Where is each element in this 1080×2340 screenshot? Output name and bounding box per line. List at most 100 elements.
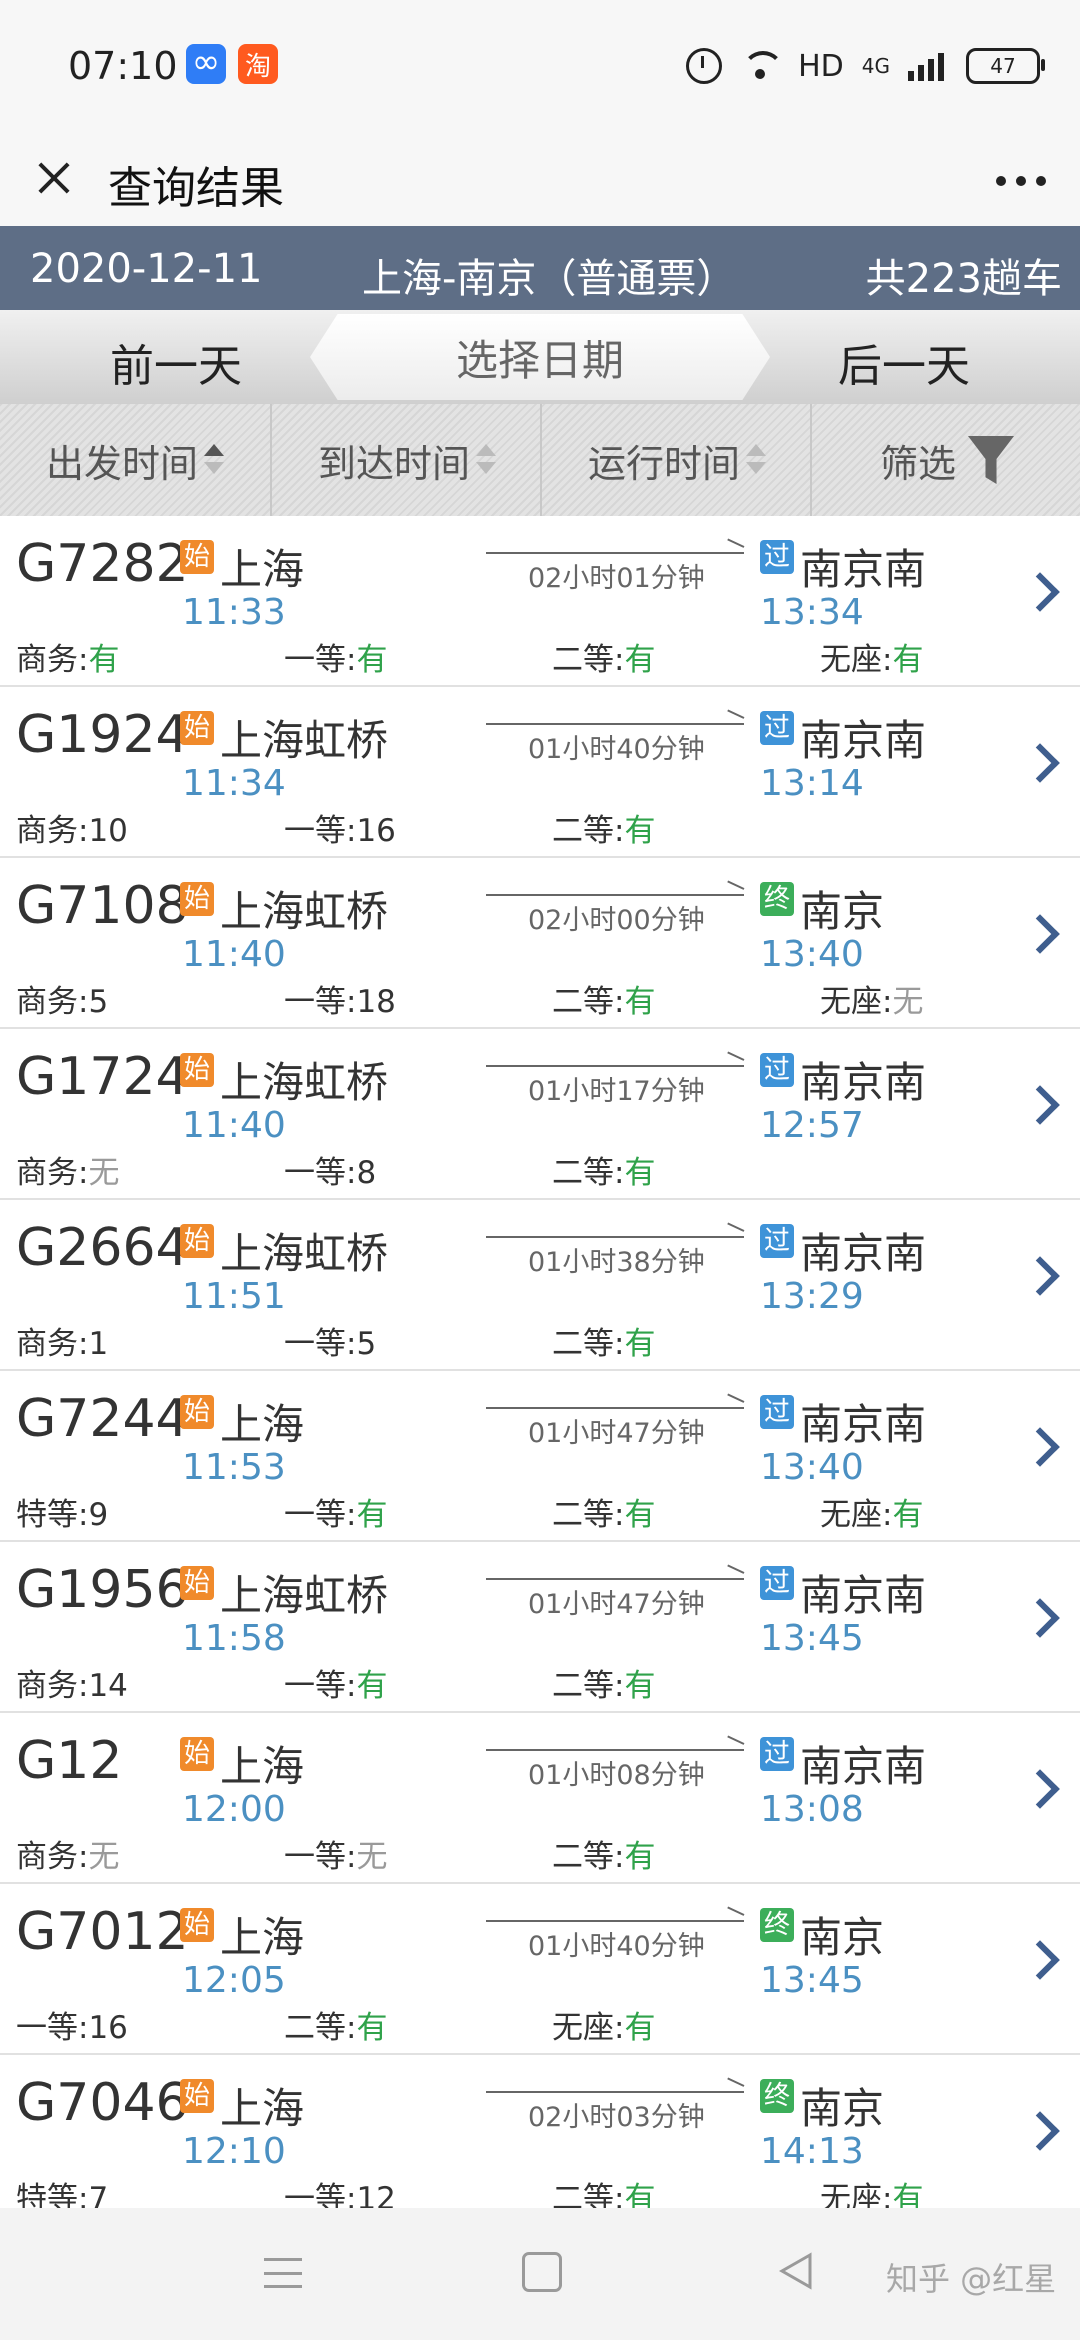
status-bar: 07:10 HD 4G 47 — [0, 0, 1080, 130]
seat-count: 14 — [88, 1668, 128, 1704]
date-navigation: 前一天 选择日期 后一天 — [0, 310, 1080, 404]
train-row[interactable]: G7244 始上海 11:53 01小时47分钟过南京南 13:40 特等:9 一等:有 二等… — [0, 1371, 1080, 1542]
from-station: 上海虹桥 — [220, 1058, 389, 1107]
seat-class-label: 无座: — [820, 984, 893, 1020]
route-label: 上海-南京（普通票） — [362, 256, 737, 302]
from-station: 上海虹桥 — [220, 887, 389, 936]
duration-arrow-icon — [486, 723, 744, 725]
seat-count: 9 — [88, 1497, 109, 1533]
seat-count: 18 — [356, 984, 396, 1020]
destination-tag: 过 — [760, 1737, 794, 1771]
seat-class-label: 一等: — [284, 1326, 357, 1362]
seat-class-label: 一等: — [284, 984, 357, 1020]
to-station: 南京 — [800, 2084, 885, 2133]
close-icon[interactable] — [28, 152, 80, 204]
seat-class-label: 特等: — [16, 2181, 89, 2208]
sort-duration[interactable]: 运行时间 — [540, 404, 812, 516]
seat-class-label: 商务: — [16, 813, 89, 849]
next-day-button[interactable]: 后一天 — [838, 330, 970, 394]
seat-availability: 无座:无 — [820, 976, 923, 1021]
train-number: G12 — [16, 1731, 123, 1791]
train-row[interactable]: G7046 始上海 12:10 02小时03分钟 终南京 14:13 特等:7 一等:12 二等… — [0, 2055, 1080, 2208]
seat-count: 有 — [624, 984, 656, 1020]
from-station: 上海虹桥 — [220, 1571, 389, 1620]
train-row[interactable]: G7282 始上海 11:33 02小时01分钟过南京南 13:34 商务:有 一等:有 二等… — [0, 516, 1080, 687]
train-row[interactable]: G7012 始上海 12:05 01小时40分钟终南京 13:45 一等:16 二等:有 无座… — [0, 1884, 1080, 2055]
train-row[interactable]: G12 始上海 12:00 01小时08分钟过南京南 13:08 商务:无 一等:无 二等:有 — [0, 1713, 1080, 1884]
seat-count: 12 — [356, 2181, 396, 2208]
filter-icon — [968, 436, 1014, 484]
train-count: 共223趟车 — [865, 256, 1062, 302]
back-icon[interactable] — [778, 2252, 814, 2290]
seat-count: 有 — [624, 1155, 656, 1191]
seat-availability: 二等:有 — [552, 1660, 655, 1705]
seat-availability: 一等:8 — [284, 1147, 376, 1192]
signal-icon — [908, 51, 948, 81]
train-row[interactable]: G2664 始上海虹桥 11:51 01小时38分钟 过南京南 13:29 商务:1 一等:5… — [0, 1200, 1080, 1371]
arrival-time: 13:08 — [760, 1789, 864, 1830]
train-number: G1956 — [16, 1560, 189, 1620]
sort-arrows-icon — [746, 442, 766, 478]
menu-icon[interactable] — [264, 2258, 302, 2288]
seat-availability: 二等:有 — [552, 1489, 655, 1534]
arrival-time: 13:34 — [760, 592, 864, 633]
to-station: 南京南 — [800, 1229, 927, 1278]
arrival-time: 13:45 — [760, 1960, 864, 2001]
seat-count: 有 — [356, 642, 388, 678]
seat-count: 有 — [892, 2181, 924, 2208]
more-options-icon[interactable] — [996, 176, 1046, 186]
seat-count: 5 — [356, 1326, 377, 1362]
departure-time: 11:40 — [182, 1105, 286, 1146]
train-list: G7282 始上海 11:33 02小时01分钟过南京南 13:34 商务:有 一等:有 二等… — [0, 516, 1080, 2208]
chevron-right-icon — [1020, 1256, 1060, 1296]
train-number: G1724 — [16, 1047, 189, 1107]
departure-time: 11:33 — [182, 592, 286, 633]
seat-availability: 无座:有 — [820, 2173, 923, 2208]
seat-availability: 无座:有 — [820, 1489, 923, 1534]
sort-arrival-time[interactable]: 到达时间 — [270, 404, 542, 516]
seat-class-label: 二等: — [552, 1839, 625, 1875]
duration-arrow-icon — [486, 1920, 744, 1922]
pick-date-button[interactable]: 选择日期 — [310, 314, 770, 400]
seat-class-label: 二等: — [552, 1668, 625, 1704]
prev-day-button[interactable]: 前一天 — [110, 330, 242, 394]
watermark: 知乎 @红星 — [886, 2260, 1057, 2298]
train-row[interactable]: G1956 始上海虹桥 11:58 01小时47分钟 过南京南 13:45 商务:14 一等:… — [0, 1542, 1080, 1713]
home-icon[interactable] — [522, 2252, 562, 2292]
chevron-right-icon — [1020, 1427, 1060, 1467]
train-number: G7282 — [16, 534, 189, 594]
route-header: 2020-12-11 上海-南京（普通票） 共223趟车 — [0, 226, 1080, 310]
arrival-time: 14:13 — [760, 2131, 864, 2172]
destination-tag: 终 — [760, 1908, 794, 1942]
train-number: G7108 — [16, 876, 189, 936]
seat-class-label: 一等: — [284, 1839, 357, 1875]
duration-arrow-icon — [486, 894, 744, 896]
seat-class-label: 无座: — [820, 1497, 893, 1533]
status-indicators: HD 4G 47 — [686, 46, 1045, 86]
train-row[interactable]: G1724 始上海虹桥 11:40 01小时17分钟 过南京南 12:57 商务:无 一等:8… — [0, 1029, 1080, 1200]
departure-time: 11:53 — [182, 1447, 286, 1488]
duration-arrow-icon — [486, 1749, 744, 1751]
seat-class-label: 二等: — [552, 1155, 625, 1191]
battery-icon: 47 — [966, 48, 1045, 84]
to-station: 南京南 — [800, 545, 927, 594]
train-row[interactable]: G7108 始上海虹桥 11:40 02小时00分钟 终南京 13:40 商务:5 一等:18… — [0, 858, 1080, 1029]
sort-departure-time[interactable]: 出发时间 — [0, 404, 270, 516]
train-row[interactable]: G1924 始上海虹桥 11:34 01小时40分钟 过南京南 13:14 商务:10 一等:… — [0, 687, 1080, 858]
system-nav-bar: 知乎 @红星 — [0, 2208, 1080, 2340]
alarm-icon — [686, 48, 723, 84]
seat-count: 有 — [624, 1668, 656, 1704]
filter-button[interactable]: 筛选 — [810, 404, 1080, 516]
seat-class-label: 二等: — [284, 2010, 357, 2046]
arrival-time: 13:14 — [760, 763, 864, 804]
destination-tag: 过 — [760, 1053, 794, 1087]
seat-class-label: 无座: — [552, 2010, 625, 2046]
seat-availability: 商务:1 — [16, 1318, 108, 1363]
destination-tag: 过 — [760, 1566, 794, 1600]
network-type-label: 4G — [861, 54, 890, 78]
seat-class-label: 二等: — [552, 2181, 625, 2208]
from-station: 上海 — [220, 1400, 305, 1449]
seat-availability: 一等:有 — [284, 1660, 387, 1705]
seat-count: 有 — [356, 2010, 388, 2046]
sort-arrows-icon — [204, 442, 224, 478]
